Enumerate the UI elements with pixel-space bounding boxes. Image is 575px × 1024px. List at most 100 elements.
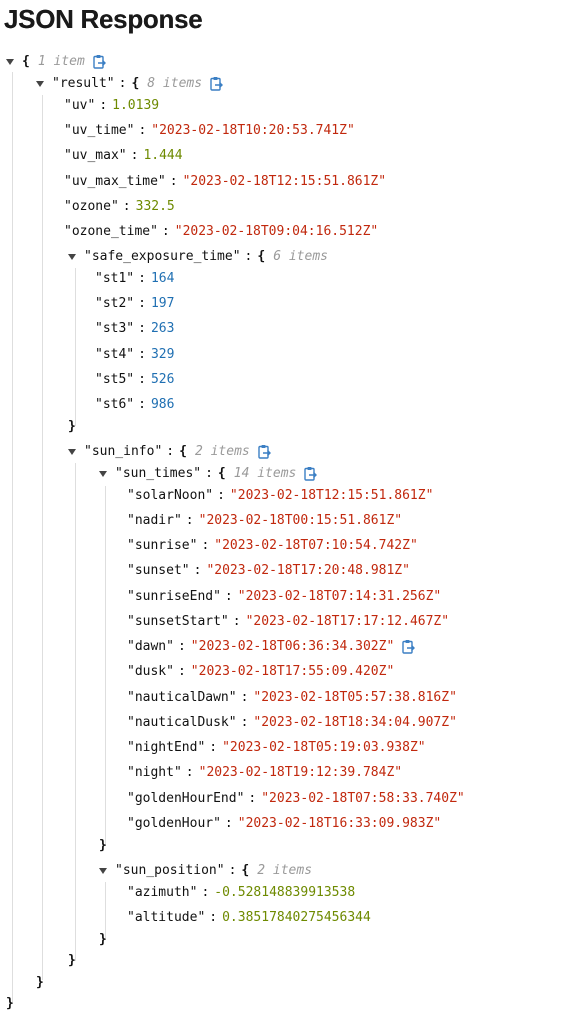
json-value: "2023-02-18T12:15:51.861Z" [229, 488, 434, 503]
json-key: "nadir" [127, 513, 182, 528]
json-entry: "goldenHour": "2023-02-18T16:33:09.983Z" [127, 814, 441, 834]
json-value: 164 [150, 271, 175, 286]
json-value: "2023-02-18T06:36:34.302Z" [190, 639, 395, 654]
json-key: "altitude" [127, 910, 206, 925]
clipboard-copy-icon[interactable] [91, 54, 107, 70]
json-tree: { 1 item "result": { 8 items "uv": 1.013… [0, 0, 575, 1024]
json-value: 332.5 [135, 199, 175, 214]
json-value: "2023-02-18T00:15:51.861Z" [198, 513, 403, 528]
json-entry: "altitude": 0.38517840275456344 [127, 908, 371, 928]
json-value: "2023-02-18T19:12:39.784Z" [198, 765, 403, 780]
json-key: "safe_exposure_time" [84, 249, 241, 264]
close-brace: } [68, 951, 76, 971]
json-value: 1.444 [143, 148, 183, 163]
json-entry: "dusk": "2023-02-18T17:55:09.420Z" [127, 662, 394, 682]
caret-down-icon[interactable] [99, 868, 107, 874]
sun-info-node: "sun_info": { 2 items [68, 442, 272, 462]
json-value: "2023-02-18T09:04:16.512Z" [174, 224, 379, 239]
close-brace-text: } [68, 419, 76, 434]
caret-down-icon[interactable] [99, 471, 107, 477]
item-count: 14 items [233, 466, 297, 481]
close-brace: } [6, 994, 14, 1014]
json-entry: "goldenHourEnd": "2023-02-18T07:58:33.74… [127, 789, 465, 809]
result-node: "result": { 8 items [36, 74, 224, 94]
json-value: 526 [150, 372, 175, 387]
sun-position-node: "sun_position": { 2 items [99, 861, 312, 881]
caret-down-icon[interactable] [68, 449, 76, 455]
json-entry: "sunriseEnd": "2023-02-18T07:14:31.256Z" [127, 587, 441, 607]
open-brace: { [257, 249, 266, 264]
json-entry: "st3": 263 [95, 319, 174, 339]
json-entry: "nauticalDusk": "2023-02-18T18:34:04.907… [127, 713, 457, 733]
json-key: "dawn" [127, 639, 174, 654]
close-brace: } [68, 417, 76, 437]
json-entry: "sunset": "2023-02-18T17:20:48.981Z" [127, 561, 410, 581]
root-node: { 1 item [6, 52, 107, 72]
caret-down-icon[interactable] [6, 59, 14, 65]
json-key: "sun_info" [84, 444, 163, 459]
json-entry: "azimuth": -0.528148839913538 [127, 883, 355, 903]
json-value: 986 [150, 397, 175, 412]
json-entry: "st4": 329 [95, 345, 174, 365]
json-entry: "night": "2023-02-18T19:12:39.784Z" [127, 763, 402, 783]
indent-guide [12, 72, 13, 1002]
json-value: "2023-02-18T10:20:53.741Z" [151, 123, 355, 138]
clipboard-copy-icon[interactable] [208, 76, 224, 92]
open-brace: { [22, 54, 30, 69]
json-key: "nauticalDawn" [127, 690, 237, 705]
json-key: "sun_times" [115, 466, 202, 481]
indent-guide [105, 486, 106, 846]
json-entry: "uv_max_time": "2023-02-18T12:15:51.861Z… [64, 172, 386, 192]
json-entry: "nauticalDawn": "2023-02-18T05:57:38.816… [127, 688, 457, 708]
close-brace-text: } [68, 953, 76, 968]
close-brace: } [36, 973, 44, 993]
json-entry: "nightEnd": "2023-02-18T05:19:03.938Z" [127, 738, 426, 758]
json-value: "2023-02-18T07:58:33.740Z" [261, 791, 465, 806]
json-entry: "solarNoon": "2023-02-18T12:15:51.861Z" [127, 486, 433, 506]
json-entry: "uv_max": 1.444 [64, 146, 183, 166]
json-key: "st5" [95, 372, 135, 387]
json-entry: "nadir": "2023-02-18T00:15:51.861Z" [127, 511, 402, 531]
json-value: "2023-02-18T05:19:03.938Z" [222, 740, 426, 755]
json-key: "sunset" [127, 563, 190, 578]
open-brace: { [131, 76, 140, 91]
json-key: "st3" [95, 321, 135, 336]
json-key: "ozone" [64, 199, 119, 214]
json-key: "night" [127, 765, 182, 780]
open-brace: { [241, 863, 250, 878]
json-value: "2023-02-18T18:34:04.907Z" [253, 715, 457, 730]
json-key: "goldenHour" [127, 816, 221, 831]
clipboard-copy-icon[interactable] [302, 466, 318, 482]
json-value: -0.528148839913538 [214, 885, 356, 900]
json-value: "2023-02-18T16:33:09.983Z" [237, 816, 442, 831]
json-key: "st2" [95, 296, 135, 311]
json-key: "sun_position" [115, 863, 225, 878]
json-key: "goldenHourEnd" [127, 791, 245, 806]
close-brace: } [99, 930, 107, 950]
json-entry: "st5": 526 [95, 370, 174, 390]
json-key: "st1" [95, 271, 135, 286]
caret-down-icon[interactable] [36, 81, 44, 87]
open-brace: { [217, 466, 226, 481]
json-entry: "ozone": 332.5 [64, 197, 175, 217]
json-entry: "st6": 986 [95, 395, 174, 415]
json-value: "2023-02-18T17:55:09.420Z" [190, 664, 395, 679]
clipboard-copy-icon[interactable] [400, 639, 416, 655]
json-entry: "sunrise": "2023-02-18T07:10:54.742Z" [127, 536, 418, 556]
json-value: "2023-02-18T07:14:31.256Z" [237, 589, 442, 604]
json-key: "uv_max_time" [64, 174, 166, 189]
indent-guide [42, 95, 43, 980]
clipboard-copy-icon[interactable] [256, 444, 272, 460]
json-entry: "st1": 164 [95, 269, 174, 289]
json-value: "2023-02-18T17:17:12.467Z" [245, 614, 450, 629]
json-value: "2023-02-18T12:15:51.861Z" [182, 174, 387, 189]
json-value: 197 [150, 296, 175, 311]
json-value: "2023-02-18T07:10:54.742Z" [214, 538, 418, 553]
close-brace-text: } [36, 975, 44, 990]
json-key: "nightEnd" [127, 740, 206, 755]
caret-down-icon[interactable] [68, 254, 76, 260]
json-key: "uv" [64, 98, 96, 113]
indent-guide [75, 268, 76, 426]
close-brace-text: } [99, 932, 107, 947]
json-key: "sunriseEnd" [127, 589, 221, 604]
